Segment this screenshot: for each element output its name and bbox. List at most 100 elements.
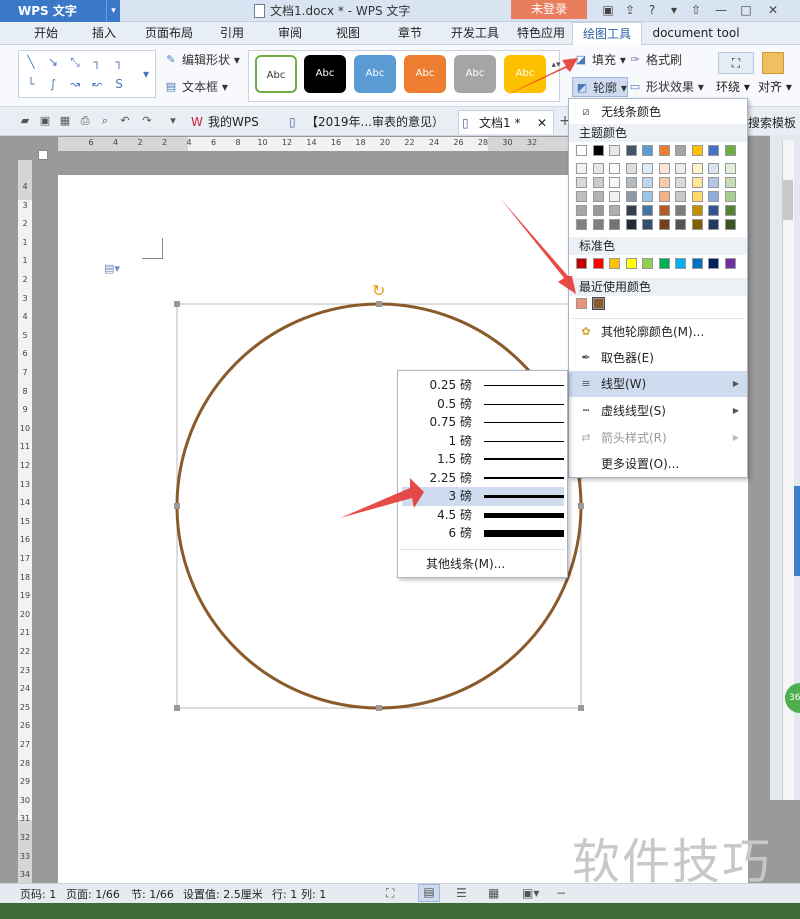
standard-color-swatch[interactable]	[642, 258, 653, 269]
style-white[interactable]: Abc	[255, 55, 297, 93]
login-button[interactable]: 未登录	[511, 0, 587, 19]
theme-color-swatch[interactable]	[724, 145, 736, 156]
theme-color-swatch[interactable]	[658, 177, 670, 188]
resize-handle-se[interactable]	[578, 705, 584, 711]
line-shape-icon[interactable]: ╲	[23, 55, 39, 69]
standard-color-swatch[interactable]	[708, 258, 719, 269]
standard-color-swatch[interactable]	[609, 258, 620, 269]
recent-color-swatch[interactable]	[591, 297, 605, 310]
theme-color-swatch[interactable]	[658, 205, 670, 216]
arrow-shape-icon[interactable]: ↘	[45, 55, 61, 69]
theme-color-swatch[interactable]	[724, 177, 736, 188]
theme-color-swatch[interactable]	[724, 205, 736, 216]
theme-color-swatch[interactable]	[691, 205, 703, 216]
theme-color-swatch[interactable]	[675, 177, 686, 188]
standard-color-swatch[interactable]	[592, 258, 604, 269]
tab-review[interactable]: 审阅	[268, 22, 312, 45]
theme-color-swatch[interactable]	[724, 163, 736, 174]
theme-color-swatch[interactable]	[708, 163, 719, 174]
theme-color-swatch[interactable]	[642, 163, 653, 174]
tab-references[interactable]: 引用	[210, 22, 254, 45]
tab-view[interactable]: 视图	[326, 22, 370, 45]
theme-color-swatch[interactable]	[625, 163, 637, 174]
theme-color-swatch[interactable]	[691, 219, 703, 230]
freeform-icon[interactable]: S	[111, 77, 127, 91]
theme-color-swatch[interactable]	[675, 163, 686, 174]
tab-developer[interactable]: 开发工具	[444, 22, 506, 45]
chevron-down-icon[interactable]: ▾	[106, 0, 120, 22]
theme-color-swatch[interactable]	[609, 163, 620, 174]
eyedropper-item[interactable]: ✒ 取色器(E)	[569, 345, 747, 371]
format-painter-button[interactable]: ✑ 格式刷	[626, 50, 696, 70]
theme-color-swatch[interactable]	[724, 191, 736, 202]
menu-icon[interactable]: ▾	[663, 0, 685, 20]
align-button[interactable]: 对齐 ▾	[758, 78, 792, 95]
theme-color-swatch[interactable]	[708, 177, 719, 188]
theme-color-swatch[interactable]	[592, 163, 604, 174]
theme-color-swatch[interactable]	[642, 205, 653, 216]
theme-color-swatch[interactable]	[592, 205, 604, 216]
theme-color-swatch[interactable]	[609, 219, 620, 230]
tab-insert[interactable]: 插入	[82, 22, 126, 45]
reading-view-icon[interactable]: ▣▾	[522, 886, 539, 900]
shape-effect-button[interactable]: ▭ 形状效果 ▾	[626, 77, 706, 97]
theme-color-swatch[interactable]	[642, 219, 653, 230]
share-icon[interactable]: ⇪	[619, 0, 641, 20]
theme-color-swatch[interactable]	[625, 205, 637, 216]
theme-color-swatch[interactable]	[658, 191, 670, 202]
tab-home[interactable]: 开始	[24, 22, 68, 45]
resize-handle-w[interactable]	[174, 503, 180, 509]
tab-drawing-tools[interactable]: 绘图工具	[572, 22, 642, 45]
help-icon[interactable]: ?	[641, 0, 663, 20]
align-icon[interactable]	[762, 52, 784, 74]
scrollbar-thumb[interactable]	[783, 180, 793, 220]
theme-color-swatch[interactable]	[708, 219, 719, 230]
search-template-link[interactable]: 搜索模板	[748, 114, 796, 131]
theme-color-swatch[interactable]	[675, 205, 686, 216]
theme-color-swatch[interactable]	[625, 219, 637, 230]
curve-double-arrow-icon[interactable]: ↜	[89, 77, 105, 91]
theme-color-swatch[interactable]	[708, 145, 719, 156]
theme-color-swatch[interactable]	[658, 145, 670, 156]
theme-color-swatch[interactable]	[592, 177, 604, 188]
standard-color-swatch[interactable]	[675, 258, 686, 269]
theme-color-swatch[interactable]	[609, 177, 620, 188]
theme-color-swatch[interactable]	[592, 145, 604, 156]
shape-gallery[interactable]: ╲ ↘ ⤡ ┐ ┐ └ ∫ ↝ ↜ S ▾	[18, 50, 156, 98]
tab-document-tool[interactable]: document tool	[648, 22, 744, 45]
theme-color-swatch[interactable]	[642, 145, 653, 156]
theme-color-swatch[interactable]	[592, 219, 604, 230]
theme-color-swatch[interactable]	[708, 191, 719, 202]
resize-handle-sw[interactable]	[174, 705, 180, 711]
edit-shape-button[interactable]: ✎ 编辑形状 ▾	[162, 50, 252, 70]
undo-icon[interactable]: ↶	[118, 114, 132, 128]
side-panel-toggle[interactable]	[794, 486, 800, 576]
resize-handle-s[interactable]	[376, 705, 382, 711]
theme-color-swatch[interactable]	[675, 219, 686, 230]
text-box-button[interactable]: ▤ 文本框 ▾	[162, 77, 252, 97]
curve-arrow-icon[interactable]: ↝	[67, 77, 83, 91]
theme-color-swatch[interactable]	[691, 145, 703, 156]
minimize-icon[interactable]: —	[710, 0, 732, 20]
theme-color-swatch[interactable]	[691, 191, 703, 202]
upload-icon[interactable]: ⇧	[685, 0, 707, 20]
theme-color-swatch[interactable]	[691, 177, 703, 188]
tab-special[interactable]: 特色应用	[510, 22, 572, 45]
paste-options-icon[interactable]: ▤▾	[104, 262, 120, 275]
double-arrow-shape-icon[interactable]: ⤡	[67, 55, 83, 69]
elbow-double-arrow-icon[interactable]: └	[23, 77, 39, 91]
maximize-icon[interactable]: □	[735, 0, 757, 20]
save-icon[interactable]: ▣	[38, 114, 52, 128]
wps-app-menu[interactable]: WPS 文字 ▾	[0, 0, 120, 22]
theme-color-swatch[interactable]	[609, 205, 620, 216]
theme-color-swatch[interactable]	[675, 191, 686, 202]
theme-color-swatch[interactable]	[625, 145, 637, 156]
standard-color-swatch[interactable]	[625, 258, 637, 269]
other-lines-item[interactable]: 其他线条(M)...	[426, 555, 505, 573]
page-view-icon[interactable]: ▤	[418, 884, 440, 902]
print-icon[interactable]: ⎙	[78, 114, 92, 128]
save-as-icon[interactable]: ▦	[58, 114, 72, 128]
theme-color-swatch[interactable]	[609, 191, 620, 202]
open-icon[interactable]: ▰	[18, 114, 32, 128]
elbow-arrow-icon[interactable]: ┐	[111, 55, 127, 69]
